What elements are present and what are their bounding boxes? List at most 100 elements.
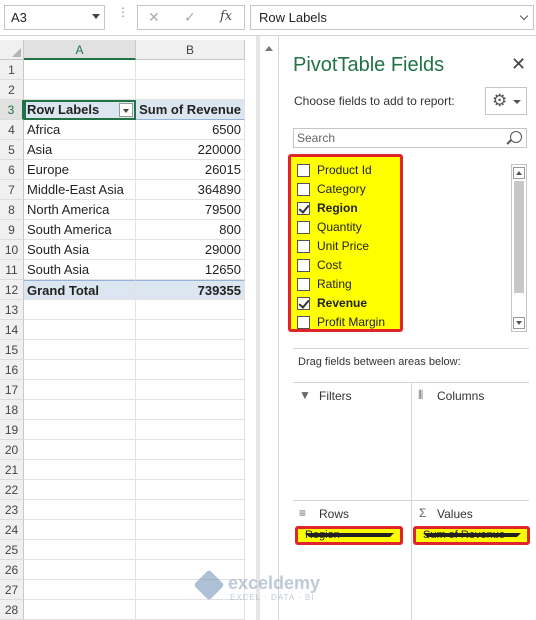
row-header[interactable]: 11	[0, 260, 24, 280]
cell-b[interactable]: 79500	[136, 200, 245, 220]
field-checkbox[interactable]	[297, 202, 310, 215]
cell-b[interactable]	[136, 460, 245, 480]
cell-a[interactable]: South Asia	[24, 240, 136, 260]
row-header[interactable]: 17	[0, 380, 24, 400]
field-checkbox[interactable]	[297, 278, 310, 291]
cell-a[interactable]: Europe	[24, 160, 136, 180]
cell-a[interactable]	[24, 80, 136, 100]
row-header[interactable]: 3	[0, 100, 24, 120]
formula-input[interactable]: Row Labels	[250, 5, 534, 30]
chevron-down-icon[interactable]	[423, 533, 521, 537]
row-header[interactable]: 8	[0, 200, 24, 220]
sum-of-revenue-header[interactable]: Sum of Revenue	[136, 100, 245, 120]
cell-a[interactable]: South America	[24, 220, 136, 240]
cell-a[interactable]	[24, 540, 136, 560]
row-header[interactable]: 9	[0, 220, 24, 240]
cell-b[interactable]	[136, 340, 245, 360]
cell-a[interactable]: Middle-East Asia	[24, 180, 136, 200]
select-all-corner[interactable]	[0, 40, 24, 60]
cell-b[interactable]	[136, 480, 245, 500]
row-header[interactable]: 1	[0, 60, 24, 80]
cell-a[interactable]	[24, 440, 136, 460]
cell-b[interactable]	[136, 380, 245, 400]
cell-b[interactable]: 800	[136, 220, 245, 240]
row-header[interactable]: 20	[0, 440, 24, 460]
pivot-row-labels-header[interactable]: Row Labels	[24, 100, 136, 120]
row-header[interactable]: 10	[0, 240, 24, 260]
chevron-down-icon[interactable]	[92, 14, 100, 19]
rows-field-region[interactable]: Region	[295, 526, 403, 545]
row-header[interactable]: 28	[0, 600, 24, 620]
field-checkbox[interactable]	[297, 183, 310, 196]
cell-a[interactable]	[24, 380, 136, 400]
row-header[interactable]: 15	[0, 340, 24, 360]
row-header[interactable]: 24	[0, 520, 24, 540]
column-header-b[interactable]: B	[136, 40, 245, 60]
cell-b[interactable]	[136, 60, 245, 80]
cell-a[interactable]	[24, 500, 136, 520]
row-header[interactable]: 18	[0, 400, 24, 420]
row-header[interactable]: 21	[0, 460, 24, 480]
cell-b[interactable]	[136, 320, 245, 340]
close-icon[interactable]: ✕	[511, 54, 526, 75]
cell-a[interactable]	[24, 340, 136, 360]
scroll-thumb[interactable]	[514, 181, 524, 293]
name-box[interactable]: A3	[4, 5, 105, 30]
cell-b[interactable]	[136, 540, 245, 560]
cell-a[interactable]	[24, 360, 136, 380]
row-header[interactable]: 14	[0, 320, 24, 340]
field-checkbox[interactable]	[297, 259, 310, 272]
field-checkbox[interactable]	[297, 316, 310, 329]
cell-b[interactable]	[136, 360, 245, 380]
search-input[interactable]	[295, 130, 495, 146]
row-header[interactable]: 6	[0, 160, 24, 180]
cell-b[interactable]	[136, 420, 245, 440]
enter-icon[interactable]: ✓	[184, 9, 196, 26]
cell-a[interactable]	[24, 60, 136, 80]
values-field-sum-of-revenue[interactable]: Sum of Revenue	[413, 526, 530, 545]
row-header[interactable]: 5	[0, 140, 24, 160]
scroll-up-icon[interactable]	[513, 167, 525, 179]
cell-a[interactable]	[24, 420, 136, 440]
field-checkbox[interactable]	[297, 164, 310, 177]
cell-b[interactable]: 26015	[136, 160, 245, 180]
tools-button[interactable]: ⚙	[485, 87, 527, 115]
field-checkbox[interactable]	[297, 297, 310, 310]
grand-total-value[interactable]: 739355	[136, 280, 245, 300]
row-header[interactable]: 4	[0, 120, 24, 140]
cell-b[interactable]: 6500	[136, 120, 245, 140]
row-header[interactable]: 23	[0, 500, 24, 520]
cell-a[interactable]: Africa	[24, 120, 136, 140]
row-header[interactable]: 19	[0, 420, 24, 440]
cancel-icon[interactable]: ✕	[148, 9, 160, 26]
cell-a[interactable]	[24, 480, 136, 500]
row-header[interactable]: 27	[0, 580, 24, 600]
expand-formula-icon[interactable]	[519, 11, 529, 21]
cell-a[interactable]	[24, 320, 136, 340]
cell-a[interactable]	[24, 520, 136, 540]
column-header-a[interactable]: A	[24, 40, 136, 60]
cell-a[interactable]	[24, 600, 136, 620]
cell-b[interactable]	[136, 80, 245, 100]
row-header[interactable]: 12	[0, 280, 24, 300]
grand-total-label[interactable]: Grand Total	[24, 280, 136, 300]
cell-b[interactable]: 364890	[136, 180, 245, 200]
cell-a[interactable]	[24, 400, 136, 420]
field-list-scrollbar[interactable]	[511, 164, 527, 332]
row-header[interactable]: 25	[0, 540, 24, 560]
row-header[interactable]: 16	[0, 360, 24, 380]
insert-function-icon[interactable]: fx	[220, 9, 232, 24]
cell-a[interactable]	[24, 560, 136, 580]
cell-b[interactable]	[136, 520, 245, 540]
cell-b[interactable]	[136, 300, 245, 320]
cell-a[interactable]	[24, 300, 136, 320]
cell-a[interactable]: South Asia	[24, 260, 136, 280]
field-checkbox[interactable]	[297, 240, 310, 253]
cell-b[interactable]	[136, 400, 245, 420]
cell-a[interactable]: North America	[24, 200, 136, 220]
field-checkbox[interactable]	[297, 221, 310, 234]
cell-a[interactable]	[24, 460, 136, 480]
scroll-down-icon[interactable]	[513, 317, 525, 329]
scroll-up-icon[interactable]	[264, 44, 274, 54]
cell-b[interactable]: 220000	[136, 140, 245, 160]
